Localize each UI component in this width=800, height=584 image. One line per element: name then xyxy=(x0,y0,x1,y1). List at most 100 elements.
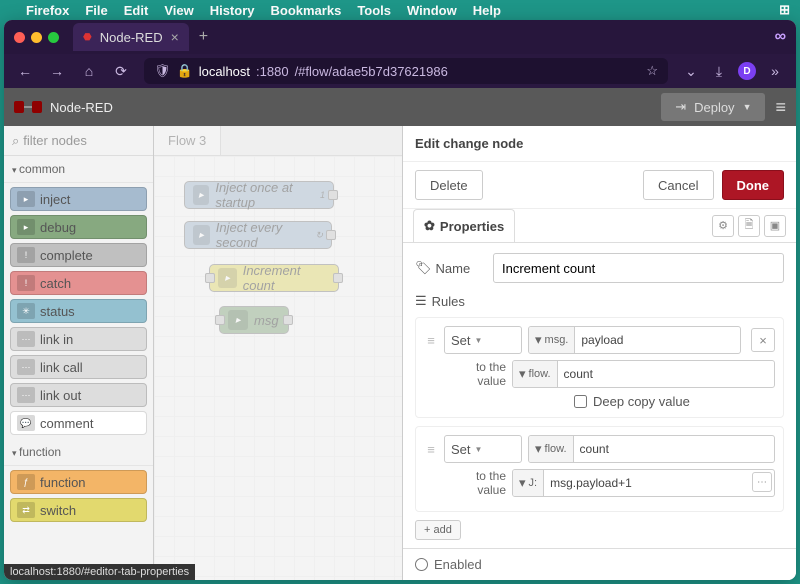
rule-target-input[interactable]: ▾msg.payload xyxy=(528,326,741,354)
home-icon[interactable]: ⌂ xyxy=(80,63,98,79)
palette-node-switch[interactable]: ⇄switch xyxy=(10,498,147,522)
properties-tab-label: Properties xyxy=(440,219,504,234)
nodered-logo: Node-RED xyxy=(14,98,113,116)
browser-toolbar: ← → ⌂ ⟳ 🛡 🔒 localhost:1880/#flow/adae5b7… xyxy=(4,54,796,88)
address-bar[interactable]: 🛡 🔒 localhost:1880/#flow/adae5b7d3762198… xyxy=(144,58,668,84)
delete-button[interactable]: Delete xyxy=(415,170,483,200)
menubar-extra-icon[interactable]: ⊞ xyxy=(779,2,790,18)
menu-help[interactable]: Help xyxy=(473,3,501,18)
deploy-icon: ⇥ xyxy=(675,99,686,115)
rule-op-select[interactable]: Set▼ xyxy=(444,326,522,354)
palette-node-icon: ⋯ xyxy=(17,387,35,403)
palette-node-inject[interactable]: ▸inject xyxy=(10,187,147,211)
palette-node-link-in[interactable]: ⋯link in xyxy=(10,327,147,351)
name-input[interactable] xyxy=(493,253,784,283)
browser-infinity-icon[interactable]: ∞ xyxy=(775,28,786,46)
tab-title: Node-RED xyxy=(100,30,163,45)
menu-view[interactable]: View xyxy=(164,3,193,18)
remove-rule-button[interactable]: × xyxy=(751,328,775,352)
palette-node-label: switch xyxy=(40,503,76,518)
rule-value-input[interactable]: ▾flow.count xyxy=(512,360,775,388)
menu-file[interactable]: File xyxy=(85,3,107,18)
cancel-button[interactable]: Cancel xyxy=(643,170,713,200)
palette-node-label: status xyxy=(40,304,75,319)
palette-filter[interactable]: ⌕ filter nodes xyxy=(4,126,153,156)
drag-handle-icon[interactable]: ≡ xyxy=(424,442,438,457)
menu-edit[interactable]: Edit xyxy=(124,3,149,18)
menu-tools[interactable]: Tools xyxy=(357,3,391,18)
flow-node[interactable]: ▸Inject once at startup1 xyxy=(184,181,334,209)
flow-tab[interactable]: Flow 3 xyxy=(154,126,221,155)
palette-node-icon: 💬 xyxy=(17,415,35,431)
palette-node-debug[interactable]: ▸debug xyxy=(10,215,147,239)
reload-icon[interactable]: ⟳ xyxy=(112,63,130,80)
window-max-icon[interactable] xyxy=(48,32,59,43)
download-icon[interactable]: ⤓ xyxy=(710,63,728,80)
palette-category[interactable]: function xyxy=(4,439,153,466)
palette-node-function[interactable]: ƒfunction xyxy=(10,470,147,494)
account-badge[interactable]: D xyxy=(738,62,756,80)
window-close-icon[interactable] xyxy=(14,32,25,43)
browser-tab[interactable]: ⬣ Node-RED × xyxy=(73,23,189,51)
menu-window[interactable]: Window xyxy=(407,3,457,18)
rule-value-label: to the value xyxy=(444,469,506,497)
nodered-title: Node-RED xyxy=(50,100,113,115)
bookmark-star-icon[interactable]: ☆ xyxy=(646,63,658,79)
properties-tab[interactable]: ✿ Properties xyxy=(413,209,515,242)
palette-node-icon: ▸ xyxy=(17,219,35,235)
enabled-toggle[interactable] xyxy=(415,558,428,571)
flow-node[interactable]: ▸msg xyxy=(219,306,289,334)
flow-node-label: msg xyxy=(254,313,279,328)
node-palette: ⌕ filter nodes common▸inject▸debug!compl… xyxy=(4,126,154,580)
palette-node-link-out[interactable]: ⋯link out xyxy=(10,383,147,407)
shield-icon: 🛡 xyxy=(154,63,171,79)
pocket-icon[interactable]: ⌄ xyxy=(682,63,700,80)
menu-history[interactable]: History xyxy=(210,3,255,18)
expand-expression-icon[interactable]: ⋯ xyxy=(752,472,772,492)
node-docs-icon[interactable]: 🗎 xyxy=(738,215,760,237)
done-button[interactable]: Done xyxy=(722,170,785,200)
rule-target-input[interactable]: ▾flow.count xyxy=(528,435,775,463)
firefox-window: ⬣ Node-RED × + ∞ ← → ⌂ ⟳ 🛡 🔒 localhost:1… xyxy=(4,20,796,580)
deploy-label: Deploy xyxy=(694,100,734,115)
flow-node[interactable]: ▸Increment count xyxy=(209,264,339,292)
deep-copy-checkbox[interactable] xyxy=(574,395,587,408)
palette-node-catch[interactable]: !catch xyxy=(10,271,147,295)
palette-node-comment[interactable]: 💬 comment xyxy=(10,411,147,435)
enabled-label: Enabled xyxy=(434,557,482,572)
forward-icon[interactable]: → xyxy=(48,63,66,79)
palette-node-label: link in xyxy=(40,332,73,347)
palette-node-label: inject xyxy=(40,192,70,207)
tag-icon: 🏷 xyxy=(415,260,432,276)
edit-panel-title: Edit change node xyxy=(403,126,796,162)
status-bar: localhost:1880/#editor-tab-properties xyxy=(4,564,195,580)
window-min-icon[interactable] xyxy=(31,32,42,43)
palette-node-label: comment xyxy=(40,416,93,431)
flow-node-icon: ▸ xyxy=(193,185,209,205)
flow-node-badge: 1 xyxy=(320,190,325,200)
palette-node-link-call[interactable]: ⋯link call xyxy=(10,355,147,379)
menu-bookmarks[interactable]: Bookmarks xyxy=(271,3,342,18)
rule-value-label: to the value xyxy=(444,360,506,388)
palette-node-status[interactable]: ✳status xyxy=(10,299,147,323)
tab-close-icon[interactable]: × xyxy=(171,29,179,45)
deep-copy-label: Deep copy value xyxy=(593,394,690,409)
flow-node-icon: ▸ xyxy=(193,225,210,245)
add-rule-button[interactable]: + add xyxy=(415,520,461,540)
node-settings-icon[interactable]: ⚙ xyxy=(712,215,734,237)
rule-op-select[interactable]: Set▼ xyxy=(444,435,522,463)
new-tab-button[interactable]: + xyxy=(199,28,208,46)
rule: ≡ Set▼▾msg.payload × to the value▾flow.coun… xyxy=(415,317,784,418)
deploy-button[interactable]: ⇥ Deploy ▼ xyxy=(661,93,765,121)
properties-icon: ✿ xyxy=(424,218,435,234)
back-icon[interactable]: ← xyxy=(16,63,34,79)
main-menu-icon[interactable]: ≡ xyxy=(775,97,786,118)
rule-value-input[interactable]: ▾J:msg.payload+1⋯ xyxy=(512,469,775,497)
menubar-app[interactable]: Firefox xyxy=(26,3,69,18)
drag-handle-icon[interactable]: ≡ xyxy=(424,333,438,348)
palette-category[interactable]: common xyxy=(4,156,153,183)
overflow-icon[interactable]: » xyxy=(766,63,784,79)
node-appearance-icon[interactable]: ▣ xyxy=(764,215,786,237)
flow-node[interactable]: ▸Inject every second↻ xyxy=(184,221,332,249)
palette-node-complete[interactable]: !complete xyxy=(10,243,147,267)
